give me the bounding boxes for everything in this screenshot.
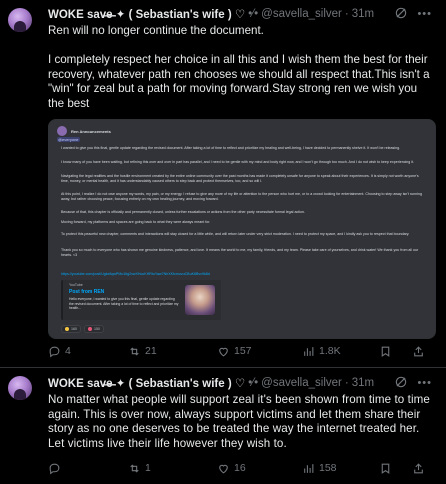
message-paragraph: Thank you so much to everyone who has sh… (61, 248, 419, 257)
share-button[interactable] (412, 345, 425, 358)
views-button[interactable]: 158 (302, 462, 337, 475)
announcer-name: Ren Announcements (71, 128, 111, 134)
action-bar: 4 21 157 1.8K (48, 343, 438, 359)
more-icon[interactable]: ••• (417, 377, 432, 389)
announcer-avatar (57, 126, 67, 136)
avatar[interactable] (8, 8, 32, 32)
grok-icon[interactable] (394, 6, 408, 20)
like-icon (219, 347, 228, 356)
bookmark-icon (381, 463, 390, 474)
embed-thumbnail (185, 285, 215, 315)
tweet[interactable]: WOKE sav̶e̶̶ ✦ ( Sebastian's wife ) ♡ •⁄… (0, 368, 446, 484)
share-icon (414, 345, 423, 356)
views-icon (304, 463, 314, 473)
views-count: 158 (319, 462, 337, 474)
badge-icons: •⁄• (248, 8, 259, 20)
message-paragraph: Because of that, this chapter is officia… (61, 210, 306, 214)
like-count: 157 (234, 345, 252, 357)
like-button[interactable]: 157 (217, 345, 252, 358)
message-paragraph: At this point, I realize I do not owe an… (61, 192, 422, 201)
share-button[interactable] (412, 462, 425, 475)
handle[interactable]: @savella_silver (261, 8, 342, 20)
tweet-text: No matter what people will support zeal … (48, 393, 434, 450)
separator-dot: · (344, 8, 349, 20)
link-embed: YouTube Post from REN Hello everyone, I … (61, 280, 221, 320)
reply-icon (49, 346, 60, 357)
message-paragraph: Moving forward, my platforms and spaces … (61, 220, 211, 224)
badge-icons: •⁄• (248, 377, 259, 389)
separator-dot: · (344, 377, 349, 389)
message-paragraph: To protect this peaceful new chapter, co… (61, 232, 410, 236)
tweet-header: WOKE sav̶e̶̶ ✦ ( Sebastian's wife ) ♡ •⁄… (48, 6, 438, 22)
bookmark-icon (381, 346, 390, 357)
tweet[interactable]: WOKE sav̶e̶̶ ✦ ( Sebastian's wife ) ♡ •⁄… (0, 0, 446, 368)
embed-description: Hello everyone, I wanted to give you thi… (69, 297, 179, 310)
bookmark-button[interactable] (379, 462, 392, 475)
like-count: 16 (234, 462, 246, 474)
repost-button[interactable]: 21 (128, 345, 157, 358)
reaction: 150 (84, 325, 104, 333)
message-header: Ren Announcements (57, 126, 111, 136)
reply-count: 4 (65, 345, 71, 357)
repost-icon (130, 463, 139, 473)
repost-count: 21 (145, 345, 157, 357)
views-count: 1.8K (319, 345, 341, 357)
repost-button[interactable]: 1 (128, 462, 151, 475)
share-icon (414, 462, 423, 473)
reply-button[interactable]: 4 (48, 345, 71, 358)
tweet-text: Ren will no longer continue the document… (48, 24, 430, 110)
reply-icon (49, 463, 60, 474)
views-button[interactable]: 1.8K (302, 345, 341, 358)
repost-icon (130, 346, 139, 356)
embed-source: YouTube (69, 283, 83, 287)
views-icon (304, 346, 314, 356)
message-paragraph: I know many of you have been waiting, bu… (61, 160, 415, 164)
reply-button[interactable] (48, 462, 65, 475)
timestamp[interactable]: 31m (352, 8, 374, 20)
timestamp[interactable]: 31m (352, 377, 374, 389)
action-bar: 1 16 158 (48, 460, 438, 476)
tweet-image[interactable]: Ren Announcements @everyone I wanted to … (48, 119, 436, 339)
like-button[interactable]: 16 (217, 462, 246, 475)
embed-title: Post from REN (69, 289, 105, 295)
mention-ping: @everyone (57, 137, 80, 142)
reaction: 160 (61, 325, 81, 333)
message-link: https://youtube.com/post/Ugkx6qwPMo1ltg2… (61, 272, 210, 276)
repost-count: 1 (145, 462, 151, 474)
avatar[interactable] (8, 376, 32, 400)
reactions: 160 150 (61, 325, 104, 333)
message-paragraph: I wanted to give you this final, gentle … (61, 146, 401, 150)
handle[interactable]: @savella_silver (261, 377, 342, 389)
tweet-header: WOKE sav̶e̶̶ ✦ ( Sebastian's wife ) ♡ •⁄… (48, 375, 438, 391)
bookmark-button[interactable] (379, 345, 392, 358)
more-icon[interactable]: ••• (417, 8, 432, 20)
message-paragraph: Navigating the legal realities and the h… (61, 174, 419, 183)
display-name[interactable]: WOKE sav̶e̶̶ ✦ ( Sebastian's wife ) ♡ (48, 376, 245, 390)
like-icon (219, 464, 228, 473)
grok-icon[interactable] (394, 375, 408, 389)
display-name[interactable]: WOKE sav̶e̶̶ ✦ ( Sebastian's wife ) ♡ (48, 7, 245, 21)
